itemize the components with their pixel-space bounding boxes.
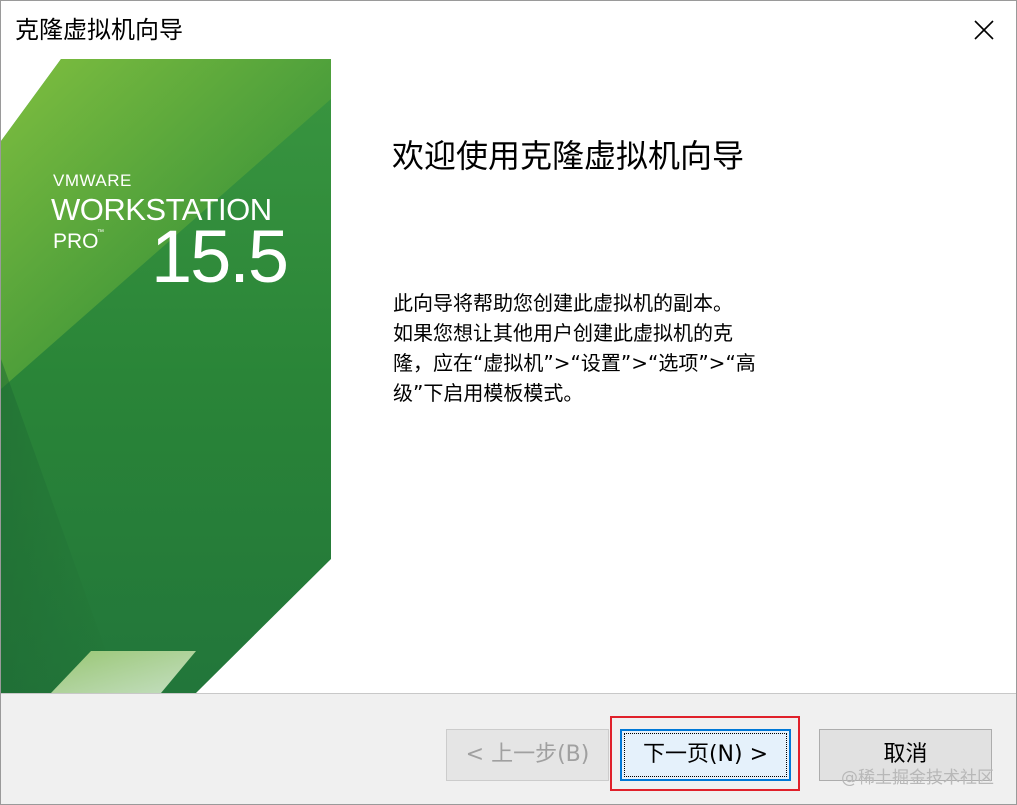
page-title: 欢迎使用克隆虚拟机向导 xyxy=(392,137,745,175)
title-bar: 克隆虚拟机向导 xyxy=(1,1,1016,59)
trademark-mark: ™ xyxy=(97,229,104,236)
focus-rectangle xyxy=(624,733,787,777)
product-banner: VMWARE WORKSTATION PRO ™ 15.5 xyxy=(1,59,331,693)
banner-graphic xyxy=(1,59,331,693)
description-line: 级”下启用模板模式。 xyxy=(393,381,584,405)
close-button[interactable] xyxy=(952,1,1016,59)
wizard-description: 此向导将帮助您创建此虚拟机的副本。 如果您想让其他用户创建此虚拟机的克 隆，应在… xyxy=(393,288,813,408)
description-line: 隆，应在“虚拟机”>“设置”>“选项”>“高 xyxy=(393,351,756,375)
description-line: 此向导将帮助您创建此虚拟机的副本。 xyxy=(393,291,733,315)
clone-wizard-window: 克隆虚拟机向导 VMWARE WORKSTATION PRO ™ 15.5 欢迎… xyxy=(0,0,1017,805)
product-edition: PRO xyxy=(53,230,99,253)
next-button[interactable]: 下一页(N) > xyxy=(620,729,791,781)
description-line: 如果您想让其他用户创建此虚拟机的克 xyxy=(393,321,733,345)
back-button[interactable]: < 上一步(B) xyxy=(446,729,609,781)
product-version: 15.5 xyxy=(151,215,289,298)
vendor-logo-text: VMWARE xyxy=(53,171,132,190)
window-title: 克隆虚拟机向导 xyxy=(15,16,183,44)
watermark-text: @稀土掘金技术社区 xyxy=(841,768,994,788)
close-icon xyxy=(974,20,994,40)
